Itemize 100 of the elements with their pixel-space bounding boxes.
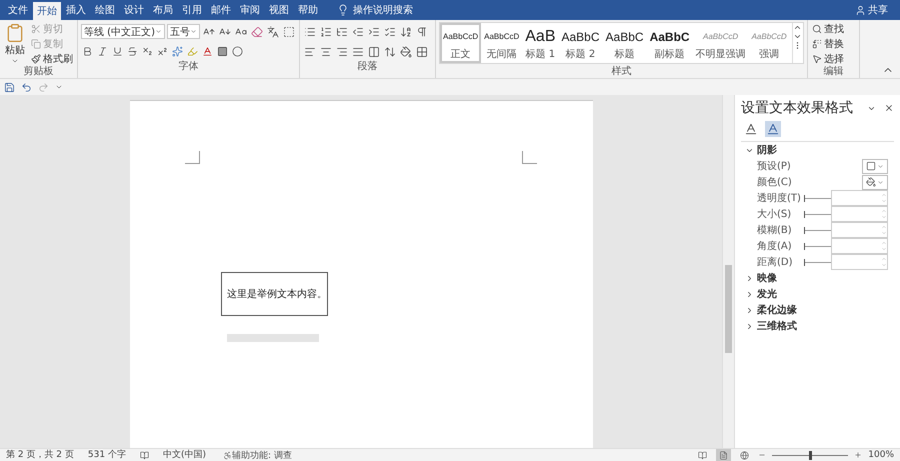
ribbon-tab[interactable]: 邮件 [207,0,235,20]
ribbon-tab[interactable]: 视图 [265,0,293,20]
undo-icon [21,82,32,92]
text-fill-icon [744,122,758,136]
style-preview: AaBbCcD [443,31,478,43]
case-icon [235,26,247,38]
style-name: 标题 [614,48,635,61]
spin-down-icon [881,246,887,252]
style-name: 无间隔 [486,48,517,61]
section-header[interactable]: 发光 [741,286,894,302]
spin-down-icon [881,214,887,220]
pointer-icon [812,54,822,64]
find-button[interactable]: 查找 [811,22,856,36]
spin-down-icon [881,198,887,204]
font-name-field[interactable]: 等线 (中文正文) [81,24,165,39]
spin-down-icon [881,230,887,236]
word-count[interactable]: 531 个字 [88,449,126,461]
columns-icon [368,46,380,58]
grow-font-icon [203,26,215,38]
highlighter-icon [187,46,198,57]
customize-icon [55,83,63,91]
spin-down-icon [881,262,887,268]
save-icon [4,82,15,92]
dropdown-button[interactable] [862,174,888,190]
spin-field[interactable] [830,222,888,238]
group-label: 样式 [612,66,632,78]
multilevel-icon [336,26,348,38]
section-header[interactable]: 映像 [741,270,894,286]
ribbon-tab[interactable]: 引用 [178,0,206,20]
spin-up-icon [881,192,887,198]
group-label: 字体 [178,61,198,73]
zoom-percent[interactable]: 100% [868,449,894,461]
ribbon-tab[interactable]: 布局 [149,0,177,20]
strikethrough-icon [127,46,138,57]
style-item[interactable]: AaBbCcD 正文 [440,23,482,63]
share-button[interactable]: 共享 [855,0,888,20]
clipboard-icon [5,23,25,43]
format-painter-button[interactable]: 格式刷 [30,52,74,66]
subscript-icon [142,46,153,57]
sparkles-icon [172,46,183,57]
justify-icon [352,46,364,58]
caret-icon [190,28,197,35]
spin-up-icon [881,240,887,246]
ribbon-tab[interactable]: 文件 [4,0,32,20]
pane-tab[interactable] [765,121,781,137]
ribbon-tab[interactable]: 绘图 [91,0,119,20]
style-preview: AaBbCcD [703,31,738,43]
language-status[interactable]: 中文(中国) [162,449,206,461]
section-header[interactable]: 阴影 [741,142,894,158]
accessibility-status[interactable]: 辅助功能: 调查 [220,449,295,461]
shading-icon [217,46,228,57]
ribbon-tab[interactable]: 开始 [33,2,61,20]
redo-icon [38,82,49,92]
style-name: 正文 [450,48,471,61]
paint-bucket-icon [400,46,412,58]
spin-field[interactable] [830,254,888,270]
vertical-scrollbar[interactable] [722,95,734,448]
field-label: 大小(S) [757,208,792,221]
person-icon [855,4,866,16]
group-label: 段落 [358,61,378,73]
style-preview: AaBbCcD [484,31,520,43]
section-header[interactable]: 柔化边缘 [741,302,894,318]
paintbrush-icon [31,54,41,64]
line-spacing-icon [384,46,396,58]
dropdown-button[interactable] [862,158,888,174]
caret-icon [877,178,884,186]
tell-me-search[interactable]: 操作说明搜索 [337,0,413,20]
caret-icon [154,28,162,35]
style-name: 不明显强调 [696,48,746,61]
spin-field[interactable] [830,238,888,254]
pilcrow-icon [416,26,428,38]
italic-icon [97,46,108,57]
paste-button[interactable]: 粘贴 [3,22,27,66]
spin-field[interactable] [830,206,888,222]
replace-button[interactable]: 替换 [811,37,856,51]
lightbulb-icon [337,4,349,16]
zoom-in-icon [854,451,862,459]
caret-icon [877,162,884,170]
scroll-down-icon [793,32,802,41]
field-label: 预设(P) [757,160,792,173]
page-count[interactable]: 第 2 页，共 2 页 [6,449,74,461]
pane-tab[interactable] [743,121,759,137]
align-right-icon [336,46,348,58]
ribbon-tab[interactable]: 审阅 [236,0,264,20]
char-border-icon [283,26,295,38]
proofing-icon [140,450,149,460]
style-preview: AaB [525,27,556,47]
section-header[interactable]: 三维格式 [741,318,894,334]
zoom-thumb[interactable] [808,450,812,460]
font-size-field[interactable]: 五号 [166,24,200,39]
select-button[interactable]: 选择 [811,52,856,66]
scroll-up-icon [793,23,802,32]
view-button[interactable] [716,449,732,461]
ribbon-tab[interactable]: 设计 [120,0,148,20]
ribbon-tab[interactable]: 插入 [62,0,90,20]
spin-field[interactable] [830,190,888,206]
phonetic-icon [267,26,279,38]
accessibility-icon [222,450,232,460]
ribbon-tab[interactable]: 帮助 [294,0,322,20]
print-layout-icon [719,450,728,460]
